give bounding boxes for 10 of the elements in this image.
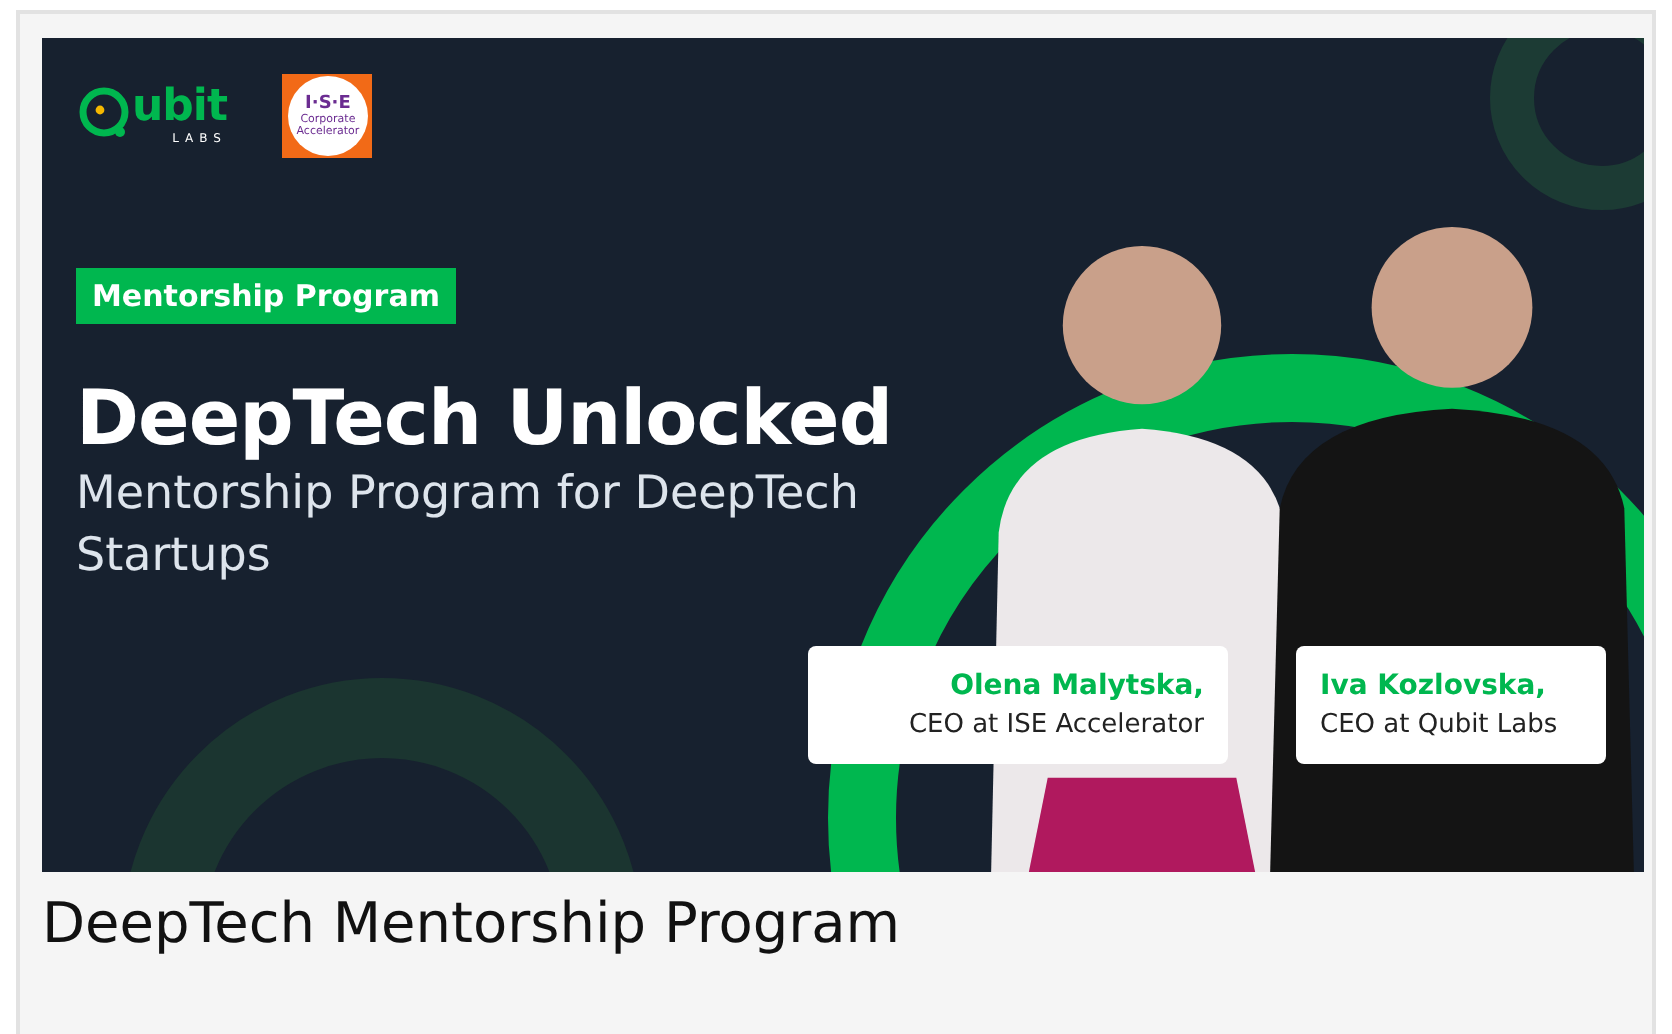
person-role: CEO at ISE Accelerator bbox=[908, 707, 1204, 743]
person-name: Olena Malytska, bbox=[950, 667, 1204, 705]
logo-text: I·S·E bbox=[305, 94, 351, 114]
logo-text: ubit bbox=[132, 84, 227, 132]
program-tag: Mentorship Program bbox=[76, 268, 456, 324]
banner-subtitle: Mentorship Program for DeepTech Startups bbox=[76, 466, 861, 586]
card-caption: DeepTech Mentorship Program bbox=[42, 888, 903, 960]
person-name: Iva Kozlovska, bbox=[1320, 667, 1546, 705]
banner-title: DeepTech Unlocked bbox=[76, 372, 895, 464]
person-role: CEO at Qubit Labs bbox=[1320, 707, 1558, 743]
